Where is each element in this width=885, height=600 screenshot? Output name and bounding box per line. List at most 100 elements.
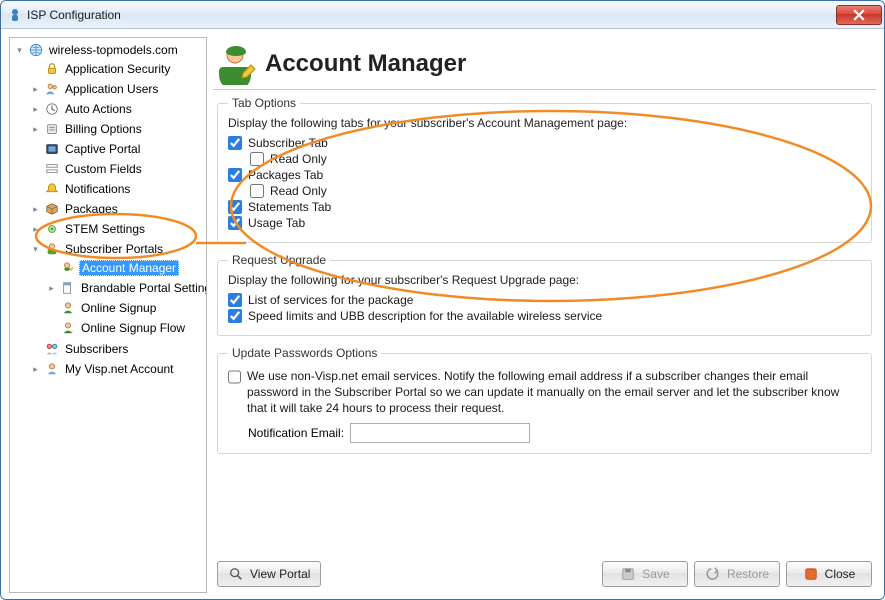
checkbox-subscriber-readonly-input[interactable]	[250, 152, 264, 166]
checkbox-nonvisp-email[interactable]: We use non-Visp.net email services. Noti…	[228, 368, 861, 417]
tree-item-custom-fields[interactable]: Custom Fields	[28, 160, 202, 178]
lock-icon	[44, 61, 60, 77]
signup-flow-icon	[60, 320, 76, 336]
checkbox-usage-tab-input[interactable]	[228, 216, 242, 230]
subscribers-icon	[44, 341, 60, 357]
restore-icon	[705, 566, 721, 582]
package-icon	[44, 201, 60, 217]
checkbox-list-services-input[interactable]	[228, 293, 242, 307]
tree-item-packages[interactable]: ▸ Packages	[28, 200, 202, 218]
tree-item-captive-portal[interactable]: Captive Portal	[28, 140, 202, 158]
group-update-passwords: Update Passwords Options We use non-Visp…	[217, 346, 872, 454]
tab-options-desc: Display the following tabs for your subs…	[228, 116, 861, 130]
users-icon	[44, 81, 60, 97]
checkbox-subscriber-tab[interactable]: Subscriber Tab	[228, 136, 861, 150]
tree-item-account-manager[interactable]: Account Manager	[44, 259, 200, 277]
fields-icon	[44, 161, 60, 177]
spacer	[30, 64, 41, 75]
chevron-right-icon[interactable]: ▸	[30, 104, 41, 115]
tree-item-online-signup-flow[interactable]: Online Signup Flow	[44, 319, 200, 337]
tree-item-brandable-portal-settings[interactable]: ▸ Brandable Portal Settings	[44, 279, 200, 297]
bell-icon	[44, 181, 60, 197]
spacer	[30, 184, 41, 195]
tree-root-label: wireless-topmodels.com	[47, 43, 180, 57]
tree-item-application-security[interactable]: Application Security	[28, 60, 202, 78]
checkbox-statements-tab[interactable]: Statements Tab	[228, 200, 861, 214]
footer: View Portal Save Restore Close	[213, 555, 876, 593]
chevron-right-icon[interactable]: ▸	[30, 224, 41, 235]
portal-icon	[44, 141, 60, 157]
content-panel: Account Manager Tab Options Display the …	[213, 37, 876, 593]
tree-item-my-visp-account[interactable]: ▸ My Visp.net Account	[28, 360, 202, 378]
spacer	[30, 164, 41, 175]
checkbox-packages-tab-input[interactable]	[228, 168, 242, 182]
group-tab-options-legend: Tab Options	[228, 96, 300, 110]
account-icon	[44, 361, 60, 377]
request-upgrade-desc: Display the following for your subscribe…	[228, 273, 861, 287]
settings-icon	[44, 221, 60, 237]
clock-icon	[44, 101, 60, 117]
chevron-right-icon[interactable]: ▸	[46, 283, 57, 294]
chevron-down-icon[interactable]: ▾	[30, 244, 41, 255]
checkbox-statements-tab-input[interactable]	[228, 200, 242, 214]
magnifier-icon	[228, 566, 244, 582]
tree-item-online-signup[interactable]: Online Signup	[44, 299, 200, 317]
tree-item-subscriber-portals[interactable]: ▾ Subscriber Portals	[28, 240, 202, 258]
spacer	[30, 344, 41, 355]
tree-root[interactable]: ▾ wireless-topmodels.com	[12, 41, 204, 59]
client-area: ▾ wireless-topmodels.com Application Sec…	[1, 29, 884, 600]
checkbox-subscriber-readonly[interactable]: Read Only	[250, 152, 861, 166]
save-icon	[620, 566, 636, 582]
spacer	[46, 303, 57, 314]
window-title: ISP Configuration	[27, 8, 834, 22]
brand-icon	[60, 280, 76, 296]
account-manager-header-icon	[217, 43, 259, 85]
tree-item-stem-settings[interactable]: ▸ STEM Settings	[28, 220, 202, 238]
titlebar: ISP Configuration	[1, 1, 884, 29]
chevron-right-icon[interactable]: ▸	[30, 364, 41, 375]
checkbox-list-services[interactable]: List of services for the package	[228, 293, 861, 307]
close-icon	[803, 566, 819, 582]
notification-email-row: Notification Email:	[248, 423, 861, 443]
checkbox-packages-readonly-input[interactable]	[250, 184, 264, 198]
page-header: Account Manager	[213, 37, 876, 90]
checkbox-speed-limits-input[interactable]	[228, 309, 242, 323]
billing-icon	[44, 121, 60, 137]
close-button[interactable]: Close	[786, 561, 872, 587]
group-request-upgrade: Request Upgrade Display the following fo…	[217, 253, 872, 336]
group-tab-options: Tab Options Display the following tabs f…	[217, 96, 872, 243]
restore-button[interactable]: Restore	[694, 561, 780, 587]
checkbox-packages-tab[interactable]: Packages Tab	[228, 168, 861, 182]
checkbox-packages-readonly[interactable]: Read Only	[250, 184, 861, 198]
app-icon	[7, 7, 23, 23]
checkbox-subscriber-tab-input[interactable]	[228, 136, 242, 150]
chevron-down-icon[interactable]: ▾	[14, 45, 25, 56]
tree-item-billing-options[interactable]: ▸ Billing Options	[28, 120, 202, 138]
notification-email-label: Notification Email:	[248, 426, 344, 440]
checkbox-nonvisp-email-input[interactable]	[228, 370, 241, 384]
chevron-right-icon[interactable]: ▸	[30, 84, 41, 95]
group-update-passwords-legend: Update Passwords Options	[228, 346, 381, 360]
group-request-upgrade-legend: Request Upgrade	[228, 253, 330, 267]
account-manager-icon	[60, 260, 76, 276]
spacer	[46, 323, 57, 334]
checkbox-speed-limits[interactable]: Speed limits and UBB description for the…	[228, 309, 861, 323]
tree-item-subscribers[interactable]: Subscribers	[28, 340, 202, 358]
nav-tree[interactable]: ▾ wireless-topmodels.com Application Sec…	[9, 37, 207, 593]
notification-email-input[interactable]	[350, 423, 530, 443]
window: ISP Configuration ▾ wireless-topmodels.c…	[0, 0, 885, 600]
chevron-right-icon[interactable]: ▸	[30, 204, 41, 215]
tree-item-notifications[interactable]: Notifications	[28, 180, 202, 198]
chevron-right-icon[interactable]: ▸	[30, 124, 41, 135]
globe-icon	[28, 42, 44, 58]
tree-item-application-users[interactable]: ▸ Application Users	[28, 80, 202, 98]
save-button[interactable]: Save	[602, 561, 688, 587]
view-portal-button[interactable]: View Portal	[217, 561, 321, 587]
window-close-button[interactable]	[836, 5, 882, 25]
portal-user-icon	[44, 241, 60, 257]
checkbox-usage-tab[interactable]: Usage Tab	[228, 216, 861, 230]
spacer	[30, 144, 41, 155]
scroll-area[interactable]: Tab Options Display the following tabs f…	[213, 90, 876, 555]
signup-icon	[60, 300, 76, 316]
tree-item-auto-actions[interactable]: ▸ Auto Actions	[28, 100, 202, 118]
